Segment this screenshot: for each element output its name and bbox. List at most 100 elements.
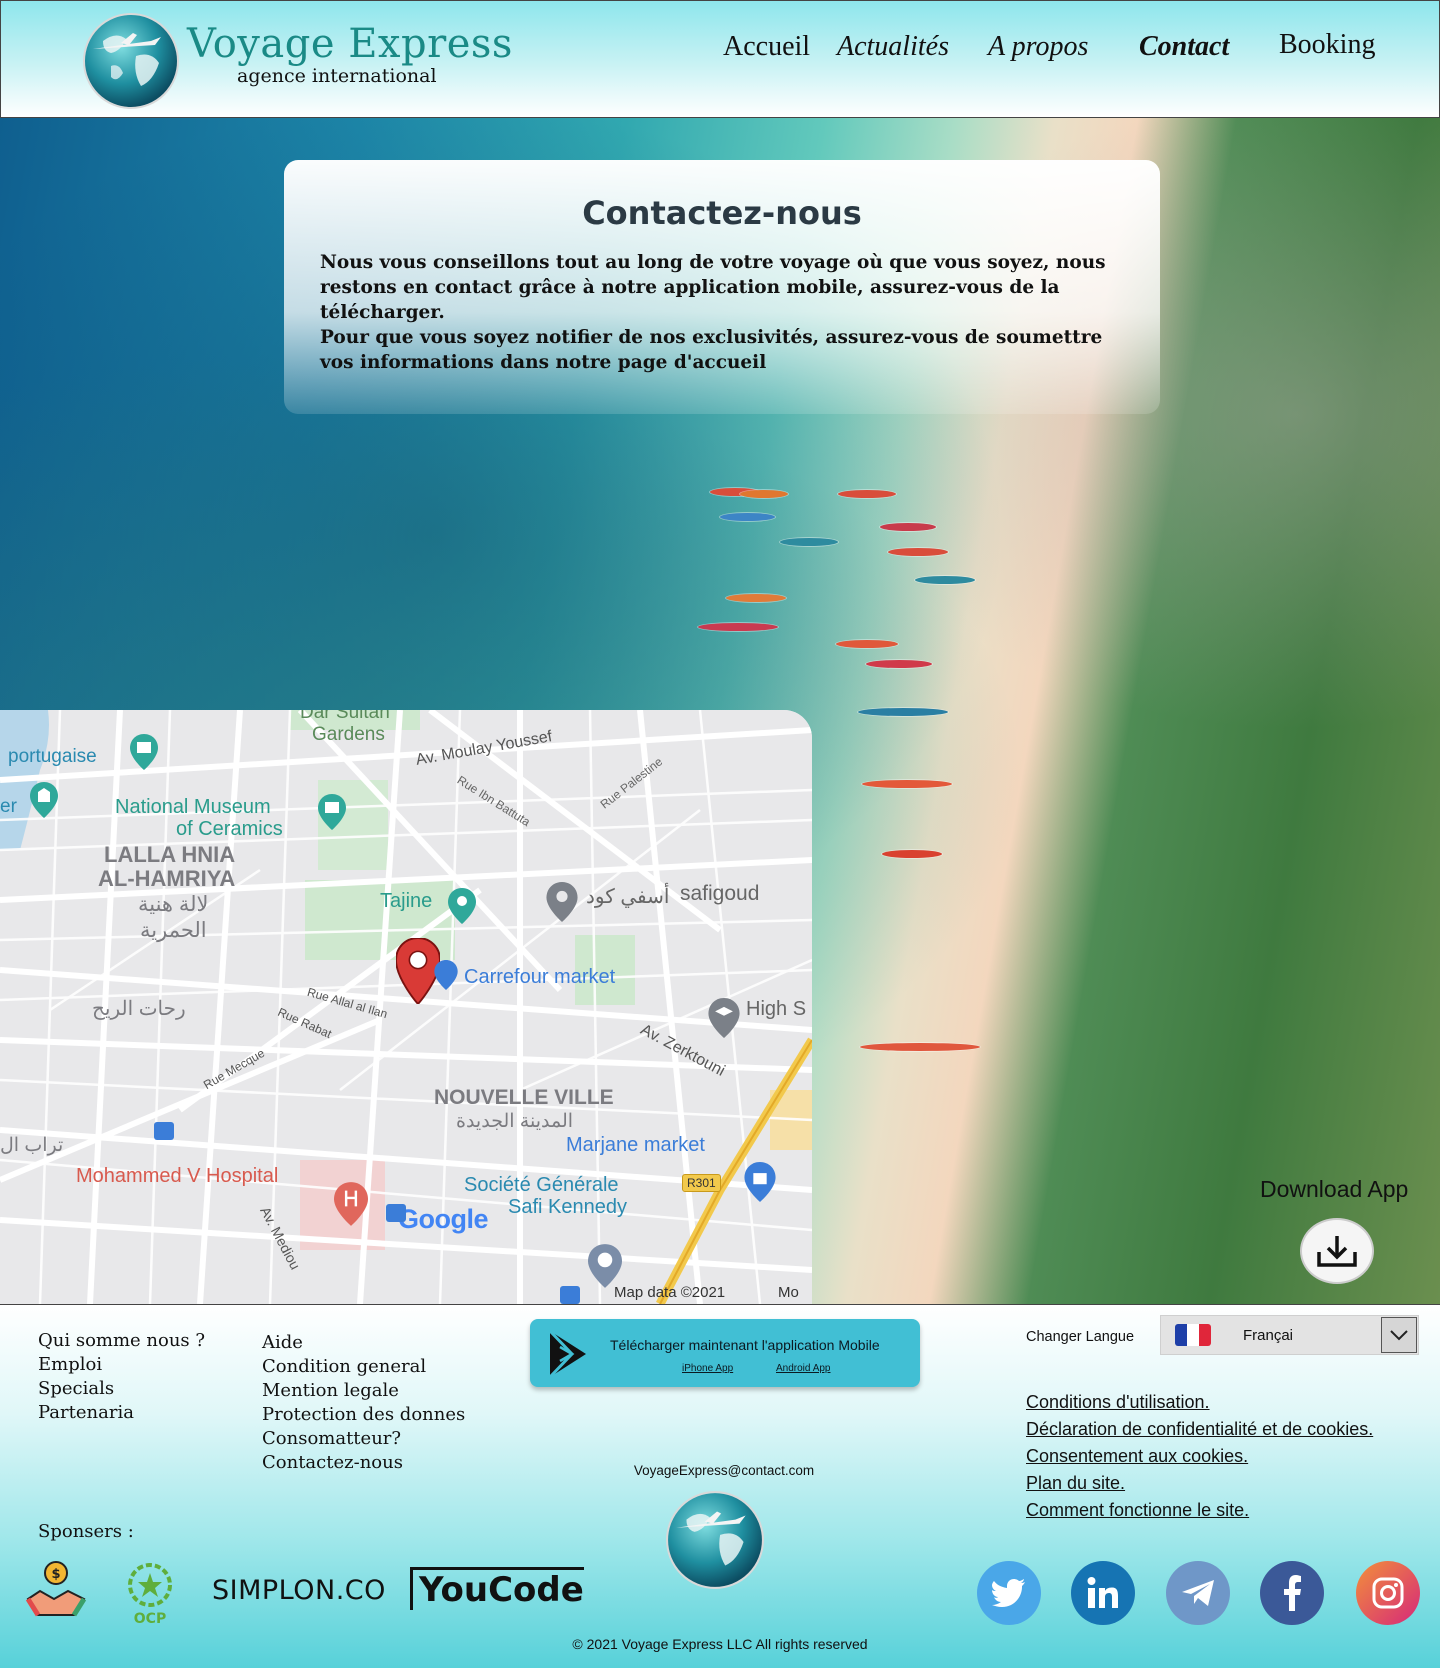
brand-subtitle: agence international <box>237 65 437 87</box>
map-label-r301: R301 <box>682 1174 721 1192</box>
bank-pin-icon[interactable] <box>588 1244 622 1288</box>
footer-link-aide[interactable]: Aide <box>262 1331 465 1355</box>
map-label-hamriya-arabic: الحمرية <box>140 919 207 942</box>
android-app-link[interactable]: Android App <box>776 1363 831 1374</box>
site-footer: Qui somme nous ? Emploi Specials Partena… <box>0 1304 1440 1668</box>
map-label-safigoud[interactable]: safigoud <box>680 882 759 906</box>
download-app-label: Download App <box>1260 1176 1409 1202</box>
bus-stop-icon[interactable] <box>560 1286 580 1304</box>
boat <box>882 850 942 858</box>
map-label-er: er <box>0 796 17 817</box>
legal-links: Conditions d'utilisation. Déclaration de… <box>1026 1389 1373 1524</box>
map-data-attribution: Map data ©2021 <box>614 1284 726 1301</box>
boat <box>866 660 932 668</box>
map-label-rihat-arabic: رحات الريح <box>92 998 186 1020</box>
map-label-societe-generale[interactable]: Société Générale <box>464 1174 619 1197</box>
footer-column-company: Qui somme nous ? Emploi Specials Partena… <box>38 1329 205 1425</box>
chevron-down-icon[interactable] <box>1381 1317 1417 1353</box>
map-label-of-ceramics[interactable]: of Ceramics <box>176 818 283 841</box>
footer-link-emploi[interactable]: Emploi <box>38 1353 205 1377</box>
france-flag-icon <box>1175 1324 1211 1346</box>
map-label-lalla-hnia: LALLA HNIA <box>104 842 236 867</box>
map-label-trab-arabic: تراب ال <box>0 1135 64 1156</box>
change-language-label: Changer Langue <box>1026 1329 1135 1345</box>
footer-link-protection-donnees[interactable]: Protection des donnes <box>262 1403 465 1427</box>
contact-description: Nous vous conseillons tout au long de vo… <box>320 250 1130 375</box>
map-label-high-school[interactable]: High S <box>746 998 806 1021</box>
map-label-safi-kennedy[interactable]: Safi Kennedy <box>508 1196 627 1219</box>
legal-link-privacy[interactable]: Déclaration de confidentialité et de coo… <box>1026 1416 1373 1443</box>
footer-link-partenaria[interactable]: Partenaria <box>38 1401 205 1425</box>
hospital-pin-icon[interactable] <box>334 1182 368 1226</box>
school-pin-icon[interactable] <box>708 998 740 1038</box>
instagram-icon[interactable] <box>1356 1561 1420 1625</box>
footer-column-help: Aide Condition general Mention legale Pr… <box>262 1331 465 1475</box>
ocp-label: OCP <box>134 1611 166 1627</box>
map-label-portugaise[interactable]: portugaise <box>8 746 97 768</box>
shopping-bag-pin-icon[interactable] <box>744 1162 776 1202</box>
brand-title: Voyage Express <box>187 21 513 67</box>
map-label-al-hamriya: AL-HAMRIYA <box>98 866 236 891</box>
download-app-button[interactable] <box>1300 1218 1374 1284</box>
boat <box>726 594 786 602</box>
linkedin-icon[interactable] <box>1071 1561 1135 1625</box>
monument-pin-icon[interactable] <box>30 782 58 818</box>
telegram-icon[interactable] <box>1166 1561 1230 1625</box>
map-label-nouvelle-ville-arabic: المدينة الجديدة <box>456 1111 574 1132</box>
copyright: © 2021 Voyage Express LLC All rights res… <box>572 1636 868 1652</box>
language-value: Françai <box>1243 1327 1294 1344</box>
map-label-nouvelle-ville: NOUVELLE VILLE <box>434 1086 614 1109</box>
footer-link-specials[interactable]: Specials <box>38 1377 205 1401</box>
globe-logo-icon[interactable] <box>81 11 181 111</box>
footer-link-contactez-nous[interactable]: Contactez-nous <box>262 1451 465 1475</box>
map-label-dar-sultan: Dar Sultan <box>300 710 390 723</box>
legal-link-sitemap[interactable]: Plan du site. <box>1026 1470 1373 1497</box>
site-header: Voyage Express agence international Accu… <box>0 0 1440 118</box>
nav-accueil[interactable]: Accueil <box>723 31 810 63</box>
museum-pin-icon[interactable] <box>318 794 346 830</box>
play-store-icon <box>548 1329 586 1379</box>
contact-paragraph-1: Nous vous conseillons tout au long de vo… <box>320 252 1106 323</box>
sponsors-label: Sponsers : <box>38 1521 134 1542</box>
map-label-tajine[interactable]: Tajine <box>380 890 432 913</box>
nav-actualites[interactable]: Actualités <box>837 31 949 63</box>
nav-booking[interactable]: Booking <box>1279 29 1375 61</box>
legal-link-cookies[interactable]: Consentement aux cookies. <box>1026 1443 1373 1470</box>
twitter-icon[interactable] <box>977 1561 1041 1625</box>
youcode-logo: YouCode <box>410 1567 584 1610</box>
svg-text:$: $ <box>51 1567 60 1582</box>
bus-stop-icon[interactable] <box>386 1204 406 1222</box>
boat <box>698 623 778 631</box>
bus-stop-icon[interactable] <box>154 1122 174 1140</box>
camera-pin-icon[interactable] <box>448 888 476 924</box>
map-label-safigoud-arabic: أسفي كود <box>586 886 670 908</box>
facebook-icon[interactable] <box>1260 1561 1324 1625</box>
map-label-marjane[interactable]: Marjane market <box>566 1134 705 1157</box>
google-map[interactable]: Dar Sultan Gardens portugaise er Av. Mou… <box>0 710 812 1304</box>
handshake-sponsor-icon: $ <box>25 1561 87 1617</box>
footer-link-mention-legale[interactable]: Mention legale <box>262 1379 465 1403</box>
contact-email[interactable]: VoyageExpress@contact.com <box>600 1463 848 1478</box>
map-label-hospital[interactable]: Mohammed V Hospital <box>76 1165 278 1188</box>
simplon-logo: SIMPLON.CO <box>212 1575 386 1606</box>
iphone-app-link[interactable]: iPhone App <box>682 1363 733 1374</box>
shopping-pin-icon[interactable] <box>434 960 458 990</box>
boat <box>915 576 975 584</box>
map-label-lalla-arabic: لالة هنية <box>138 893 209 916</box>
map-label-national-museum[interactable]: National Museum <box>115 796 271 819</box>
nav-a-propos[interactable]: A propos <box>988 31 1088 63</box>
language-select[interactable]: Françai <box>1160 1315 1419 1355</box>
museum-pin-icon[interactable] <box>130 734 158 770</box>
footer-link-condition-general[interactable]: Condition general <box>262 1355 465 1379</box>
boat <box>780 538 838 546</box>
footer-link-qui-somme-nous[interactable]: Qui somme nous ? <box>38 1329 205 1353</box>
map-label-carrefour[interactable]: Carrefour market <box>464 966 615 989</box>
globe-logo-icon <box>666 1491 764 1589</box>
legal-link-how-it-works[interactable]: Comment fonctionne le site. <box>1026 1497 1373 1524</box>
place-pin-icon[interactable] <box>546 882 578 922</box>
mobile-app-banner[interactable]: Télécharger maintenant l'application Mob… <box>530 1319 920 1387</box>
nav-contact[interactable]: Contact <box>1139 31 1229 63</box>
footer-link-consomatteur[interactable]: Consomatteur? <box>262 1427 465 1451</box>
map-label-mo: Mo <box>778 1284 799 1301</box>
legal-link-conditions[interactable]: Conditions d'utilisation. <box>1026 1389 1373 1416</box>
